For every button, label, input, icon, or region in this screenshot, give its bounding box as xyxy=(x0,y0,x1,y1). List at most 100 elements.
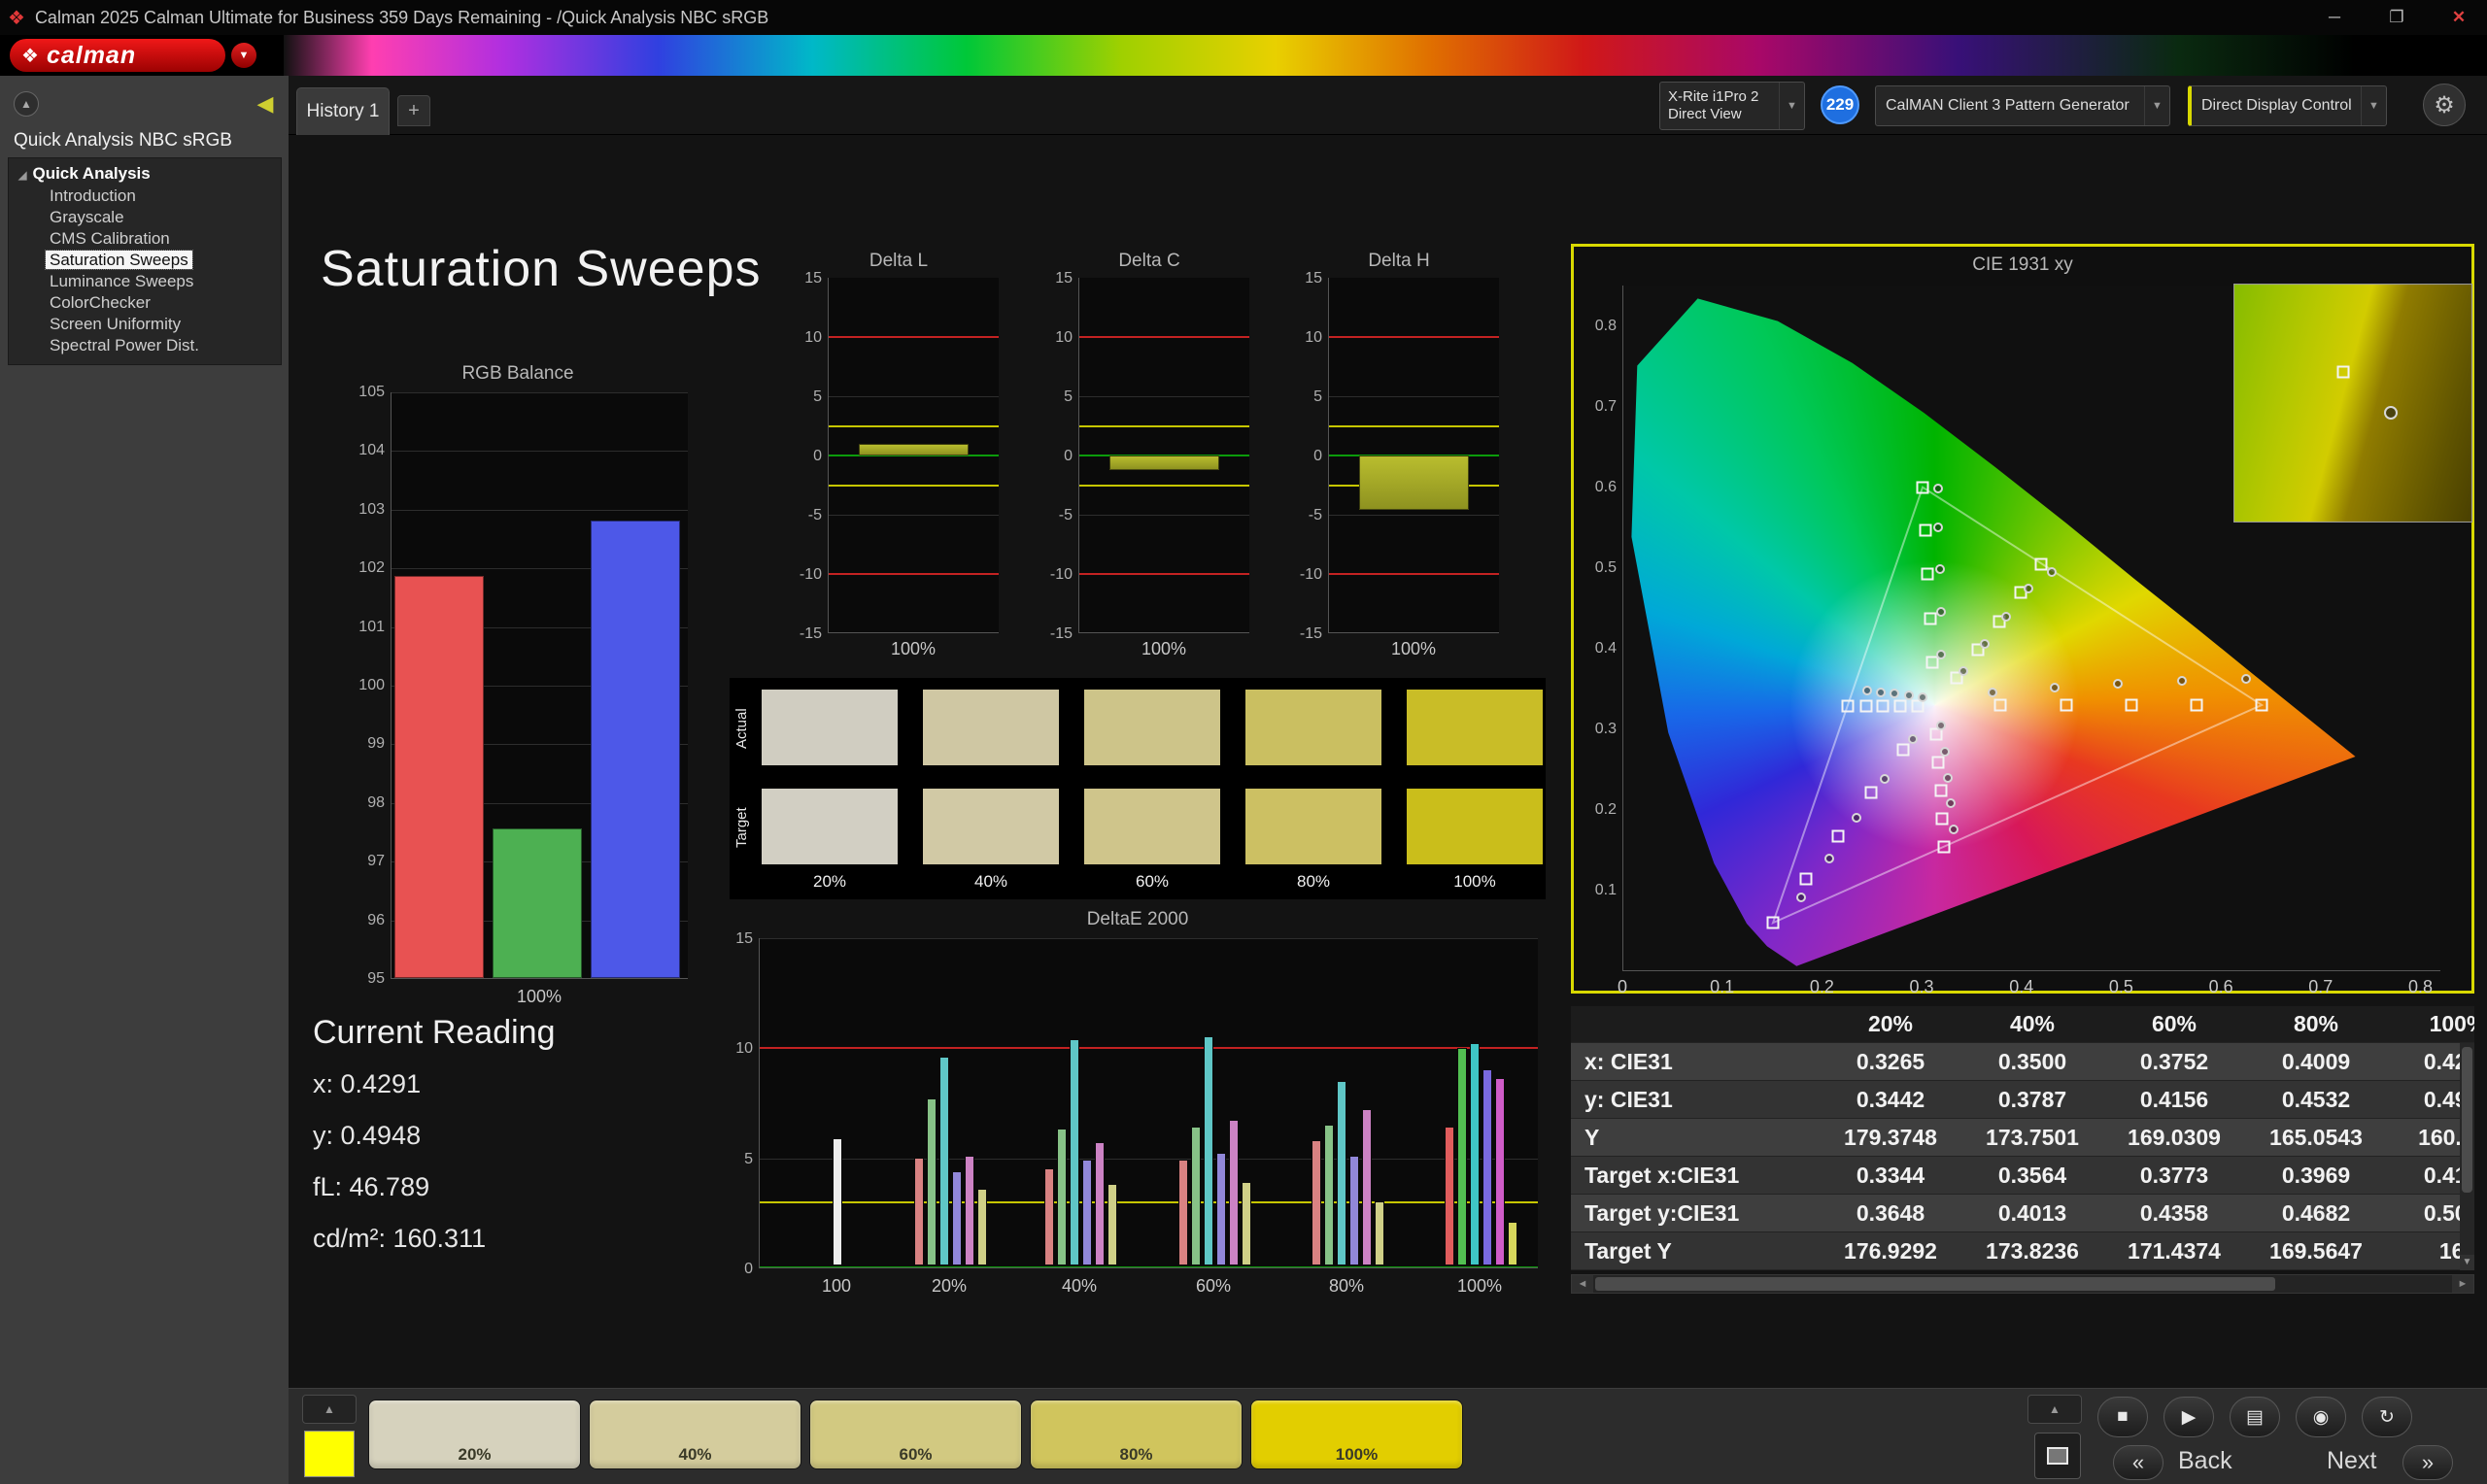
x-tick-label: 0.6 xyxy=(2208,977,2233,996)
back-button[interactable]: Back xyxy=(2178,1447,2232,1475)
target-point-square xyxy=(1893,699,1907,713)
play-button[interactable]: ▶ xyxy=(2163,1397,2214,1437)
y-tick-label: -10 xyxy=(1299,566,1322,583)
meter-count-badge[interactable]: 229 xyxy=(1821,85,1859,124)
close-button[interactable]: ✕ xyxy=(2444,8,2473,27)
table-cell: 0.3787 xyxy=(1961,1081,2103,1119)
y-tick-label: 0.8 xyxy=(1594,317,1617,334)
next-arrow-button[interactable]: » xyxy=(2402,1445,2453,1480)
sidebar-item-cms-calibration[interactable]: CMS Calibration xyxy=(9,228,281,250)
rgb-balance-chart: RGB Balance 100% 95 96 97 98 99 100 101 102 103 1… xyxy=(346,363,690,1012)
main-menu-caret[interactable]: ▼ xyxy=(231,43,256,68)
gridline xyxy=(829,396,999,397)
target-point-square xyxy=(1831,829,1845,843)
current-reading-y: y: 0.4948 xyxy=(313,1121,422,1150)
stop-button[interactable]: ■ xyxy=(2097,1397,2148,1437)
measured-point-circle xyxy=(2046,567,2057,578)
target-point-square xyxy=(1919,523,1932,537)
table-row: Target x:CIE31 0.3344 0.3564 0.3773 0.3969 0.… xyxy=(1571,1157,2474,1195)
delta-c-xlabel: 100% xyxy=(1141,639,1187,658)
table-cell: 0.4009 xyxy=(2245,1043,2387,1081)
table-cell: 0.3442 xyxy=(1820,1081,1961,1119)
calman-logo[interactable]: ❖ calman xyxy=(10,39,225,72)
tree-root-quick-analysis[interactable]: ◢ Quick Analysis xyxy=(9,162,281,186)
collapse-control-panel-button[interactable]: ▲ xyxy=(2027,1395,2082,1424)
table-row-label: Target Y xyxy=(1571,1232,1820,1270)
sidebar-collapse-button[interactable]: ◀ xyxy=(251,89,280,118)
main-content: Saturation Sweeps RGB Balance 100% 95 96 9… xyxy=(289,135,2487,1388)
x-tick-label: 60% xyxy=(1195,1276,1232,1296)
back-arrow-button[interactable]: « xyxy=(2113,1445,2163,1480)
table-cell: 165.0543 xyxy=(2245,1119,2387,1157)
pattern-button-80%[interactable]: 80% xyxy=(1030,1400,1243,1469)
scrollbar-thumb[interactable] xyxy=(1595,1277,2275,1291)
pattern-button-label: 100% xyxy=(1335,1445,1379,1464)
table-row-label: Target x:CIE31 xyxy=(1571,1157,1820,1195)
tab-history-1[interactable]: History 1 xyxy=(296,87,390,135)
y-tick-label: 95 xyxy=(367,970,385,987)
table-cell: 0.3752 xyxy=(2103,1043,2245,1081)
display-control-dropdown[interactable]: Direct Display Control ▼ xyxy=(2188,85,2387,126)
pattern-button-100%[interactable]: 100% xyxy=(1250,1400,1463,1469)
sidebar-item-colorchecker[interactable]: ColorChecker xyxy=(9,292,281,314)
y-tick-label: -15 xyxy=(1049,625,1073,642)
tree-expander-icon: ◢ xyxy=(18,170,27,182)
measured-point-circle xyxy=(1918,691,1928,702)
sidebar-item-screen-uniformity[interactable]: Screen Uniformity xyxy=(9,314,281,335)
table-cell: 0.4358 xyxy=(2103,1195,2245,1232)
pattern-generator-dropdown[interactable]: CalMAN Client 3 Pattern Generator ▼ xyxy=(1875,85,2170,126)
target-point-square xyxy=(1931,756,1945,769)
camera-button[interactable]: ◉ xyxy=(2296,1397,2346,1437)
deltae-bar xyxy=(976,1188,987,1265)
pattern-button-20%[interactable]: 20% xyxy=(368,1400,581,1469)
pattern-button-40%[interactable]: 40% xyxy=(589,1400,801,1469)
deltae-bar xyxy=(951,1170,962,1265)
active-pattern-swatch[interactable] xyxy=(304,1431,355,1477)
measured-point-circle xyxy=(1903,690,1914,700)
sidebar-item-spectral-power-dist[interactable]: Spectral Power Dist. xyxy=(9,335,281,356)
next-button[interactable]: Next xyxy=(2327,1447,2376,1475)
target-point-square xyxy=(2125,698,2138,712)
sidebar-pin-button[interactable]: ▲ xyxy=(14,91,39,117)
reference-line-red xyxy=(1329,573,1499,575)
reference-line-red xyxy=(1079,336,1249,338)
sidebar-item-luminance-sweeps[interactable]: Luminance Sweeps xyxy=(9,271,281,292)
delta-h-chart: Delta H 100% -15 -10 -5 0 5 10 15 xyxy=(1293,251,1505,658)
x-tick-label: 20% xyxy=(931,1276,968,1296)
deltae-bar xyxy=(1482,1069,1492,1265)
sidebar-item-introduction[interactable]: Introduction xyxy=(9,186,281,207)
y-tick-label: -5 xyxy=(1308,507,1322,523)
minimize-button[interactable]: ─ xyxy=(2320,8,2349,27)
chevron-down-icon: ▼ xyxy=(1779,83,1804,129)
scroll-left-arrow[interactable]: ◄ xyxy=(1572,1275,1593,1293)
maximize-button[interactable]: ❐ xyxy=(2382,8,2411,27)
table-cell: 169.5647 xyxy=(2245,1232,2387,1270)
meter-dropdown[interactable]: X-Rite i1Pro 2 Direct View ▼ xyxy=(1659,82,1805,130)
results-table: 20%40%60%80%100%x: CIE310.32650.35000.37… xyxy=(1571,1006,2474,1270)
target-point-square xyxy=(1916,481,1929,494)
settings-gear-button[interactable]: ⚙ xyxy=(2423,84,2466,126)
sidebar-item-label: Saturation Sweeps xyxy=(45,250,193,270)
pattern-button-60%[interactable]: 60% xyxy=(809,1400,1022,1469)
target-point-square xyxy=(2034,557,2048,571)
sidebar-item-saturation-sweeps[interactable]: Saturation Sweeps xyxy=(9,250,281,271)
pattern-window-button[interactable] xyxy=(2034,1433,2081,1479)
table-vertical-scrollbar[interactable]: ▼ xyxy=(2460,1043,2474,1270)
target-point-square xyxy=(1841,699,1855,713)
sidebar-item-grayscale[interactable]: Grayscale xyxy=(9,207,281,228)
gridline xyxy=(829,515,999,516)
save-button[interactable]: ▤ xyxy=(2230,1397,2280,1437)
table-horizontal-scrollbar[interactable]: ◄ ► xyxy=(1571,1274,2474,1294)
refresh-button[interactable]: ↻ xyxy=(2362,1397,2412,1437)
x-tick-label: 0.8 xyxy=(2407,977,2433,996)
collapse-pattern-panel-button[interactable]: ▲ xyxy=(302,1395,357,1424)
table-row: x: CIE310.32650.35000.37520.40090.4291 xyxy=(1571,1043,2474,1081)
scroll-right-arrow[interactable]: ► xyxy=(2452,1275,2473,1293)
window-title: Calman 2025 Calman Ultimate for Business… xyxy=(34,7,769,27)
target-point-square xyxy=(1935,812,1949,826)
scrollbar-thumb[interactable] xyxy=(2462,1047,2472,1193)
target-swatch-100% xyxy=(1407,789,1543,864)
add-tab-button[interactable]: + xyxy=(397,95,430,126)
scroll-down-arrow[interactable]: ▼ xyxy=(2460,1255,2474,1270)
x-tick-label: 0.1 xyxy=(1710,977,1735,996)
